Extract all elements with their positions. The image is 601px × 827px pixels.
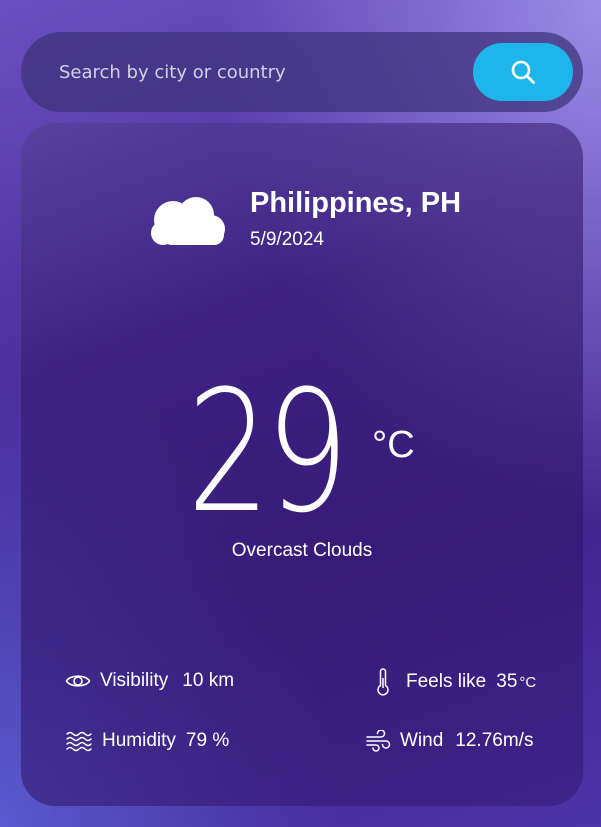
temperature-value: 29 xyxy=(187,354,349,550)
visibility-label: Visibility xyxy=(100,670,169,691)
weather-card: Philippines, PH 5/9/2024 29 °C Overcast … xyxy=(21,123,583,806)
feels-like-value: 35 xyxy=(496,671,518,692)
search-button[interactable] xyxy=(473,43,573,101)
location-title: Philippines, PH xyxy=(250,187,462,219)
feels-like-unit: °C xyxy=(519,673,537,691)
search-input[interactable] xyxy=(59,54,459,90)
wind-label: Wind xyxy=(400,730,444,751)
search-bar xyxy=(21,32,583,112)
humidity-waves-icon xyxy=(65,730,93,752)
feels-like-stat: Feels like 35 °C xyxy=(376,668,536,696)
cloud-icon xyxy=(151,197,225,245)
date-text: 5/9/2024 xyxy=(250,229,324,250)
thermometer-icon xyxy=(376,668,390,696)
weather-description: Overcast Clouds xyxy=(231,540,373,561)
feels-like-label: Feels like xyxy=(406,671,487,692)
humidity-label: Humidity xyxy=(102,730,176,751)
wind-icon xyxy=(365,730,391,752)
visibility-value: 10 km xyxy=(182,670,235,691)
temperature-display: 29 °C xyxy=(21,367,583,537)
eye-icon xyxy=(65,672,91,690)
wind-stat: Wind 12.76m/s xyxy=(365,730,533,752)
wind-value: 12.76m/s xyxy=(455,730,534,751)
visibility-stat: Visibility 10 km xyxy=(65,670,234,692)
temperature-unit: °C xyxy=(372,424,415,466)
search-icon xyxy=(511,60,535,84)
humidity-stat: Humidity 79 % xyxy=(65,730,229,752)
humidity-value: 79 % xyxy=(185,730,230,751)
